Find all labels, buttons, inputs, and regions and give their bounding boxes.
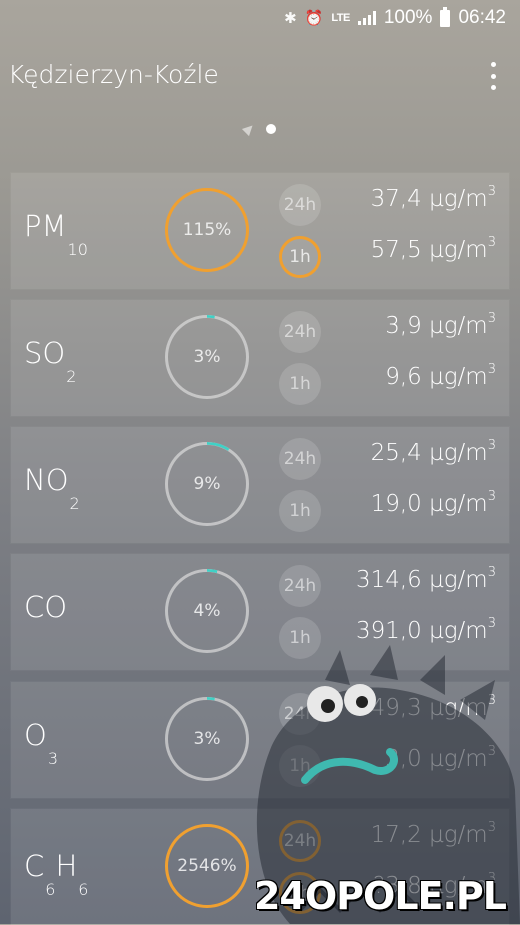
period-1h-badge: 1h (279, 363, 321, 405)
air-quality-gauge: 3% (165, 697, 249, 781)
air-quality-gauge: 9% (165, 442, 249, 526)
value-1h: 9,6 µg/m3 (385, 362, 496, 390)
value-24h: 25,4 µg/m3 (370, 438, 496, 466)
status-bar: ✱ ⏰ LTE 100% 06:42 (0, 0, 520, 36)
pollutant-name: CO (24, 590, 68, 624)
dot (490, 85, 496, 90)
watermark-logo: 24OPOLE.PL (253, 874, 507, 918)
value-24h: 49,3 µg/m3 (370, 693, 496, 721)
period-1h-badge: 1h (279, 236, 321, 278)
period-1h-badge: 1h (279, 745, 321, 787)
period-24h-badge: 24h (279, 311, 321, 353)
page-title: Kędzierzyn-Koźle (8, 60, 219, 89)
value-1h: 3,0 µg/m3 (385, 744, 496, 772)
value-24h: 37,4 µg/m3 (370, 184, 496, 212)
percent-label: 2546% (177, 856, 237, 876)
period-24h-badge: 24h (279, 820, 321, 862)
period-24h-badge: 24h (279, 184, 321, 226)
air-quality-gauge: 115% (165, 188, 249, 272)
percent-label: 115% (182, 220, 232, 240)
value-1h: 57,5 µg/m3 (370, 235, 496, 263)
app-bar: Kędzierzyn-Koźle (0, 50, 520, 102)
period-1h-badge: 1h (279, 617, 321, 659)
alarm-icon: ⏰ (304, 10, 324, 27)
value-24h: 3,9 µg/m3 (385, 311, 496, 339)
period-24h-badge: 24h (279, 693, 321, 735)
pollutant-card[interactable]: PM10 115% 24h 1h 37,4 µg/m3 57,5 µg/m3 (11, 173, 509, 289)
dot (490, 73, 496, 79)
pollutant-card[interactable]: O3 3% 24h 1h 49,3 µg/m3 3,0 µg/m3 (11, 682, 509, 798)
value-24h: 314,6 µg/m3 (355, 565, 496, 593)
battery-percent: 100% (383, 7, 433, 28)
pollutant-name: C6H6 (24, 849, 89, 899)
value-1h: 19,0 µg/m3 (370, 489, 496, 517)
pollutant-name: NO2 (24, 463, 80, 513)
period-24h-badge: 24h (279, 565, 321, 607)
pollutant-card[interactable]: SO2 3% 24h 1h 3,9 µg/m3 9,6 µg/m3 (11, 300, 509, 416)
dot (490, 62, 496, 67)
air-quality-gauge: 4% (165, 569, 249, 653)
air-quality-gauge: 2546% (165, 824, 249, 908)
period-1h-badge: 1h (279, 490, 321, 532)
bluetooth-icon: ✱ (284, 10, 297, 27)
air-quality-gauge: 3% (165, 315, 249, 399)
signal-icon (357, 11, 376, 25)
period-24h-badge: 24h (279, 438, 321, 480)
pollutant-name: PM10 (24, 209, 88, 259)
pollutant-card[interactable]: NO2 9% 24h 1h 25,4 µg/m3 19,0 µg/m3 (11, 427, 509, 543)
page-dot-active (266, 124, 276, 134)
pollutant-name: O3 (24, 718, 59, 768)
clock: 06:42 (458, 7, 506, 28)
overflow-menu-button[interactable] (488, 62, 498, 90)
battery-icon (440, 6, 451, 27)
pollutant-card[interactable]: CO 4% 24h 1h 314,6 µg/m3 391,0 µg/m3 (11, 554, 509, 670)
location-arrow-icon (241, 121, 257, 137)
value-1h: 391,0 µg/m3 (355, 616, 496, 644)
page-indicator[interactable] (0, 121, 520, 137)
pollutant-name: SO2 (24, 336, 77, 386)
lte-indicator: LTE (331, 12, 350, 24)
value-24h: 17,2 µg/m3 (370, 820, 496, 848)
